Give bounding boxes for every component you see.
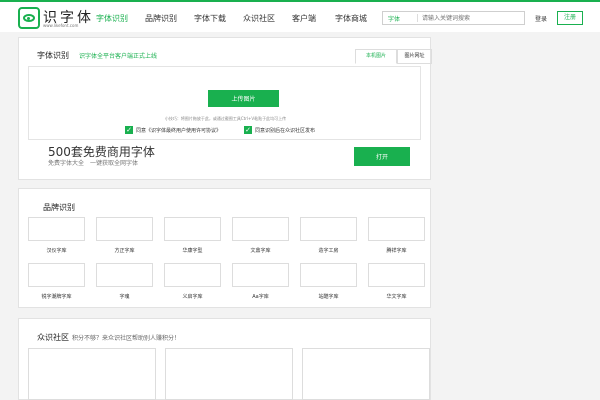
brand-item[interactable]: 站酷字库 [300,263,357,301]
brand-logo-placeholder[interactable] [164,263,221,287]
agreement-checkbox-row[interactable]: ✓ 同意《识字体最终用户使用许可协议》 [125,126,221,134]
brand-recognition-card: 品牌识别 汉仪字库 方正字库 华康字型 文鼎字库 造字工房 腾祥字库 锐字潮牌字… [18,188,431,308]
check-icon[interactable]: ✓ [244,126,252,134]
free-fonts-subtitle: 免费字体大全 一键获取全网字体 [48,160,139,167]
upload-section-title: 字体识别 [37,51,69,60]
open-free-fonts-button[interactable]: 打开 [354,147,410,166]
brand-logo-placeholder[interactable] [96,263,153,287]
brand-item[interactable]: 华文字库 [368,263,425,301]
site-url: www.likefont.com [43,23,79,28]
brand-logo-placeholder[interactable] [28,263,85,287]
community-post-card[interactable] [165,348,293,400]
site-header: 识字体 www.likefont.com 字体识别 品牌识别 字体下载 众识社区… [0,2,600,32]
brand-label: 汉仪字库 [46,248,67,254]
nav-font-download[interactable]: 字体下载 [194,13,226,24]
brand-logo-placeholder[interactable] [232,217,289,241]
nav-community[interactable]: 众识社区 [243,13,275,24]
brand-label: 字魂 [119,294,130,300]
brand-item[interactable]: 汉仪字库 [28,217,85,255]
brand-logo-placeholder[interactable] [28,217,85,241]
brand-item[interactable]: 字魂 [96,263,153,301]
brand-label: 站酷字库 [318,294,339,300]
register-button[interactable]: 注册 [557,11,583,25]
brand-label: 华文字库 [386,294,407,300]
brand-item[interactable]: 腾祥字库 [368,217,425,255]
brand-item[interactable]: 造字工房 [300,217,357,255]
brand-item[interactable]: 锐字潮牌字库 [28,263,85,301]
check-icon[interactable]: ✓ [125,126,133,134]
brand-logo-placeholder[interactable] [232,263,289,287]
tab-image-url[interactable]: 图片网址 [397,49,432,64]
brand-item[interactable]: Aa字库 [232,263,289,301]
brand-label: Aa字库 [252,294,269,300]
brand-item[interactable]: 义启字库 [164,263,221,301]
client-release-link[interactable]: 识字体全平台客户端正式上线 [79,51,157,60]
brand-label: 腾祥字库 [386,248,407,254]
brand-logo-placeholder[interactable] [300,217,357,241]
community-card: 众识社区 积分不够？来众识社区帮助别人赚积分！ [18,318,431,400]
upload-image-button[interactable]: 上传图片 [208,90,279,107]
search-type-select[interactable]: 字体 [388,14,400,23]
search-divider [417,14,418,22]
community-post-card[interactable] [302,348,430,400]
license-agreement-label: 同意《识字体最终用户使用许可协议》 [136,127,222,134]
community-post-card[interactable] [28,348,156,400]
login-link[interactable]: 登录 [535,14,547,23]
logo-icon[interactable] [18,7,40,29]
nav-client[interactable]: 客户端 [292,13,316,24]
brand-logo-placeholder[interactable] [300,263,357,287]
brand-item[interactable]: 华康字型 [164,217,221,255]
nav-brand-recognition[interactable]: 品牌识别 [145,13,177,24]
font-recognition-card: 字体识别 识字体全平台客户端正式上线 本机图片 图片网址 上传图片 小技巧：将图… [18,37,432,180]
upload-tip: 小技巧：将图片拖放于此，或通过截图工具Ctrl+V粘贴于此均可上传 [164,116,287,121]
brand-label: 方正字库 [114,248,135,254]
brand-item[interactable]: 文鼎字库 [232,217,289,255]
brand-logo-placeholder[interactable] [368,217,425,241]
brand-grid: 汉仪字库 方正字库 华康字型 文鼎字库 造字工房 腾祥字库 锐字潮牌字库 字魂 … [28,217,425,303]
brand-logo-placeholder[interactable] [96,217,153,241]
community-title: 众识社区 [37,333,69,342]
brand-recognition-title: 品牌识别 [43,203,75,212]
tab-local-image[interactable]: 本机图片 [355,49,397,64]
brand-item[interactable]: 方正字库 [96,217,153,255]
search-input[interactable] [422,12,522,24]
community-subtitle: 积分不够？来众识社区帮助别人赚积分！ [72,335,181,342]
publish-label: 同意识别后在众识社区发布 [255,127,316,134]
brand-logo-placeholder[interactable] [368,263,425,287]
brand-label: 华康字型 [182,248,203,254]
brand-label: 锐字潮牌字库 [41,294,72,300]
brand-label: 造字工房 [318,248,339,254]
eye-icon [23,14,35,22]
nav-font-recognition[interactable]: 字体识别 [96,13,128,24]
nav-font-mall[interactable]: 字体商城 [335,13,367,24]
brand-label: 文鼎字库 [250,248,271,254]
search-box: 字体 [382,11,525,25]
brand-logo-placeholder[interactable] [164,217,221,241]
publish-checkbox-row[interactable]: ✓ 同意识别后在众识社区发布 [244,126,315,134]
brand-label: 义启字库 [182,294,203,300]
